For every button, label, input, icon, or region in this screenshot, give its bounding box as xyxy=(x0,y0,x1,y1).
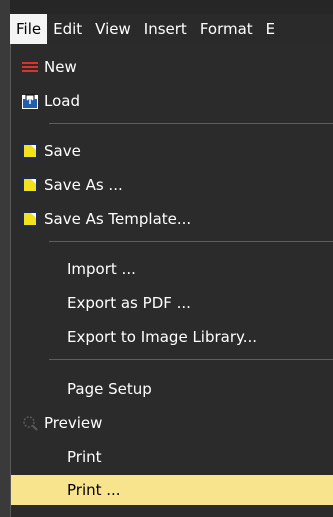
menu-item-print-dialog[interactable]: Print ... xyxy=(11,475,333,505)
menu-item-preview[interactable]: Preview xyxy=(11,408,333,438)
menu-item-print[interactable]: Print xyxy=(11,442,333,472)
menu-item-label: Import ... xyxy=(67,260,136,278)
menu-insert[interactable]: Insert xyxy=(138,14,194,44)
menu-separator xyxy=(49,359,333,360)
menu-item-save-as[interactable]: Save As ... xyxy=(11,170,333,200)
menu-view[interactable]: View xyxy=(89,14,138,44)
folder-open-icon xyxy=(21,92,39,110)
menu-file[interactable]: File xyxy=(10,14,48,44)
floppy-icon xyxy=(21,210,39,228)
floppy-icon xyxy=(21,142,39,160)
file-menu-dropdown: New Load Save Save As ... Save As Templa… xyxy=(10,44,333,517)
menu-item-export-pdf[interactable]: Export as PDF ... xyxy=(11,288,333,318)
menu-format[interactable]: Format xyxy=(194,14,260,44)
menu-item-export-image-library[interactable]: Export to Image Library... xyxy=(11,322,333,352)
menu-item-label: Print ... xyxy=(67,481,121,499)
window-edge xyxy=(0,0,10,517)
menu-item-label: Preview xyxy=(44,414,103,432)
menu-item-save[interactable]: Save xyxy=(11,136,333,166)
menu-item-label: Save xyxy=(44,142,81,160)
menu-edit[interactable]: Edit xyxy=(47,14,89,44)
menu-item-load[interactable]: Load xyxy=(11,86,333,116)
menu-separator xyxy=(49,123,333,124)
menu-item-page-setup[interactable]: Page Setup xyxy=(11,374,333,404)
menu-item-label: Save As Template... xyxy=(44,210,192,228)
menu-item-label: New xyxy=(44,58,77,76)
menu-bar: File Edit View Insert Format E xyxy=(10,14,333,44)
menu-item-label: Export to Image Library... xyxy=(67,328,258,346)
menu-e-truncated[interactable]: E xyxy=(260,14,282,44)
floppy-icon xyxy=(21,176,39,194)
menu-item-label: Load xyxy=(44,92,80,110)
menu-item-label: Save As ... xyxy=(44,176,123,194)
menu-item-new[interactable]: New xyxy=(11,52,333,82)
menu-item-label: Export as PDF ... xyxy=(67,294,191,312)
app-frame: File Edit View Insert Format E New Load … xyxy=(0,0,333,517)
menu-separator xyxy=(49,241,333,242)
menu-item-import[interactable]: Import ... xyxy=(11,254,333,284)
menu-item-label: Print xyxy=(67,448,102,466)
menu-item-label: Page Setup xyxy=(67,380,152,398)
hamburger-icon xyxy=(21,58,39,76)
menu-item-save-as-template[interactable]: Save As Template... xyxy=(11,204,333,234)
magnifier-icon xyxy=(21,414,39,432)
